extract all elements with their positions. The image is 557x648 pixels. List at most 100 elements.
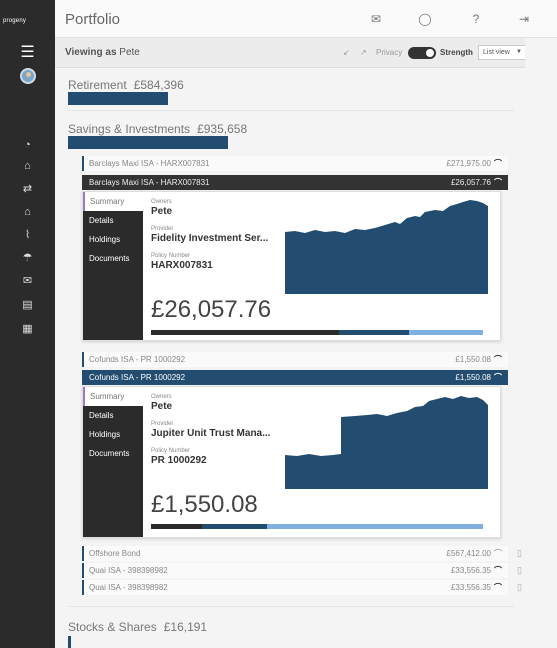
policy-label: Policy Number (151, 448, 191, 454)
umbrella-icon[interactable]: ☂ (0, 251, 55, 265)
account-row[interactable]: Cofunds ISA - PR 1000292 £1,550.08 ⌒ (82, 352, 508, 367)
account-row[interactable]: Quai ISA - 398398982 £33,556.35 ⌒ ▯ (82, 563, 522, 578)
envelope-icon[interactable]: ✉ (368, 12, 384, 26)
rss-icon[interactable]: ⌒ (494, 546, 502, 561)
provider-value: Jupiter Unit Trust Mana... (151, 428, 271, 439)
home-icon[interactable]: ⌂ (0, 205, 55, 219)
value-area (285, 200, 488, 294)
strength-segment-dark (151, 524, 202, 529)
account-amount: £33,556.35 (450, 583, 491, 592)
strength-segment-dark (151, 330, 339, 335)
view-select[interactable]: List view ▼ (478, 45, 526, 60)
retirement-strength-bar (68, 92, 168, 105)
account-row-selected[interactable]: Barclays Maxi ISA - HARX007831 £26,057.7… (82, 175, 508, 190)
provider-label: Provider (151, 226, 174, 232)
tab-summary[interactable]: Summary (83, 192, 143, 211)
top-bar: Portfolio ✉ ◯ ? ⇥ (55, 0, 557, 38)
privacy-strength-toggle[interactable] (408, 47, 436, 59)
account-value: £26,057.76 (151, 296, 272, 323)
portfolio-content: Retirement £584,396 Savings & Investments… (55, 68, 525, 648)
account-name: Cofunds ISA - PR 1000292 (89, 355, 186, 364)
user-icon[interactable]: ◯ (417, 12, 433, 26)
calendar-icon[interactable]: ▦ (0, 322, 55, 336)
section-savings[interactable]: Savings & Investments £935,658 (68, 122, 247, 136)
tab-details[interactable]: Details (83, 406, 143, 425)
rss-icon[interactable]: ⌒ (494, 175, 502, 190)
account-name: Barclays Maxi ISA - HARX007831 (89, 178, 210, 187)
trash-icon[interactable]: ▯ (517, 563, 522, 578)
divider (68, 110, 514, 111)
bank-icon[interactable]: ⌂ (0, 159, 55, 173)
menu-icon[interactable]: ☰ (0, 45, 55, 61)
account-value: £1,550.08 (151, 491, 258, 518)
rss-icon[interactable]: ⌒ (494, 563, 502, 578)
stocks-strength-bar (68, 636, 71, 648)
document-icon[interactable]: ▤ (0, 298, 55, 312)
strength-segment-light (267, 524, 483, 529)
scrollbar-track[interactable] (525, 38, 557, 648)
account-name: Quai ISA - 398398982 (89, 583, 168, 592)
account-name: Quai ISA - 398398982 (89, 566, 168, 575)
expand-icon[interactable]: ↗ (360, 48, 367, 57)
tab-documents[interactable]: Documents (83, 444, 143, 463)
trash-icon[interactable]: ▯ (517, 580, 522, 595)
card-tabs: Summary Details Holdings Documents (83, 192, 143, 340)
divider (68, 606, 514, 607)
card-tabs: Summary Details Holdings Documents (83, 387, 143, 537)
sign-out-icon[interactable]: ⇥ (516, 12, 532, 26)
account-amount: £26,057.76 (450, 178, 491, 187)
rss-icon[interactable]: ⌒ (494, 580, 502, 595)
section-title: Stocks & Shares (68, 620, 157, 634)
question-icon[interactable]: ? (468, 12, 484, 26)
owners-value: Pete (151, 401, 173, 412)
account-name: Offshore Bond (89, 549, 141, 558)
caret-down-icon: ▼ (516, 49, 522, 55)
trash-icon[interactable]: ▯ (517, 546, 522, 561)
viewing-as-label: Viewing as (65, 47, 117, 58)
provider-value: Fidelity Investment Ser... (151, 233, 269, 244)
owners-label: Owners (151, 394, 172, 400)
policy-value: HARX007831 (151, 260, 213, 271)
view-select-value: List view (483, 49, 510, 56)
section-title: Savings & Investments (68, 122, 191, 136)
savings-strength-bar (68, 136, 228, 149)
rss-icon[interactable]: ⌒ (494, 370, 502, 385)
viewing-bar: Viewing as Pete ↙ ↗ Privacy Strength Lis… (55, 38, 526, 68)
tab-holdings[interactable]: Holdings (83, 425, 143, 444)
rss-icon[interactable]: ⌒ (494, 156, 502, 171)
avatar[interactable] (20, 68, 36, 84)
viewing-as-user: Pete (119, 47, 140, 58)
page-title: Portfolio (65, 11, 121, 28)
tab-summary[interactable]: Summary (83, 387, 143, 406)
policy-label: Policy Number (151, 253, 191, 259)
account-amount: £567,412.00 (446, 549, 492, 558)
strength-segment-navy (339, 330, 409, 335)
value-history-chart (285, 396, 488, 489)
privacy-label: Privacy (376, 48, 403, 57)
account-amount: £1,550.08 (455, 373, 491, 382)
tab-details[interactable]: Details (83, 211, 143, 230)
mail-icon[interactable]: ✉ (0, 274, 55, 288)
account-amount: £1,550.08 (455, 355, 491, 364)
section-value: £584,396 (133, 78, 184, 92)
owners-value: Pete (151, 206, 173, 217)
strength-segment-light (409, 330, 483, 335)
tab-holdings[interactable]: Holdings (83, 230, 143, 249)
account-row[interactable]: Offshore Bond £567,412.00 ⌒ ▯ (82, 546, 522, 561)
account-name: Barclays Maxi ISA - HARX007831 (89, 159, 210, 168)
transfer-icon[interactable]: ⇄ (0, 182, 55, 196)
strength-label: Strength (440, 48, 473, 57)
rss-icon[interactable]: ⌒ (494, 352, 502, 367)
account-row[interactable]: Quai ISA - 398398982 £33,556.35 ⌒ ▯ (82, 580, 522, 595)
section-retirement[interactable]: Retirement £584,396 (68, 78, 184, 92)
account-amount: £33,556.35 (450, 566, 491, 575)
account-row-selected[interactable]: Cofunds ISA - PR 1000292 £1,550.08 ⌒ (82, 370, 508, 385)
value-history-chart (285, 200, 488, 294)
collapse-icon[interactable]: ↙ (343, 48, 350, 57)
dashboard-icon[interactable]: ◔ (0, 138, 55, 152)
section-title: Retirement (68, 78, 127, 92)
section-stocks[interactable]: Stocks & Shares £16,191 (68, 620, 207, 634)
chart-icon[interactable]: ⌇ (0, 228, 55, 242)
account-row[interactable]: Barclays Maxi ISA - HARX007831 £271,975.… (82, 156, 508, 171)
tab-documents[interactable]: Documents (83, 249, 143, 268)
